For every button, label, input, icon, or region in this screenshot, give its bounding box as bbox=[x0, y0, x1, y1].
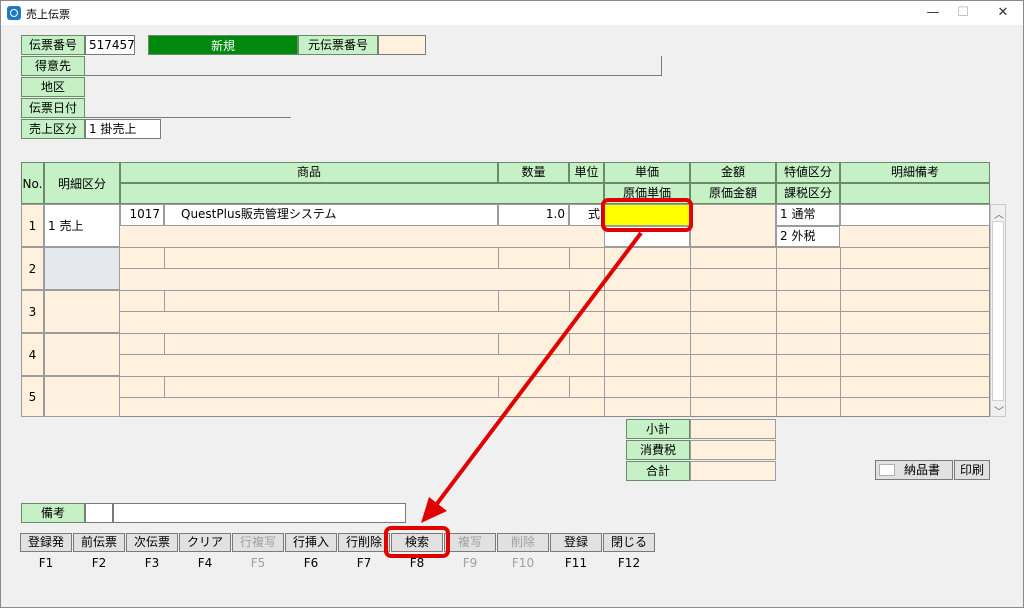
highlight-box-search bbox=[384, 526, 450, 558]
highlight-box-tanka bbox=[601, 198, 693, 232]
annotation-arrow-line bbox=[431, 231, 643, 511]
annotation-overlay bbox=[384, 198, 693, 558]
annotation-arrowhead bbox=[421, 497, 447, 523]
app-window: 売上伝票 — ☐ ✕ 伝票番号 517457 新規 元伝票番号 得意先 地区 伝… bbox=[0, 0, 1024, 608]
